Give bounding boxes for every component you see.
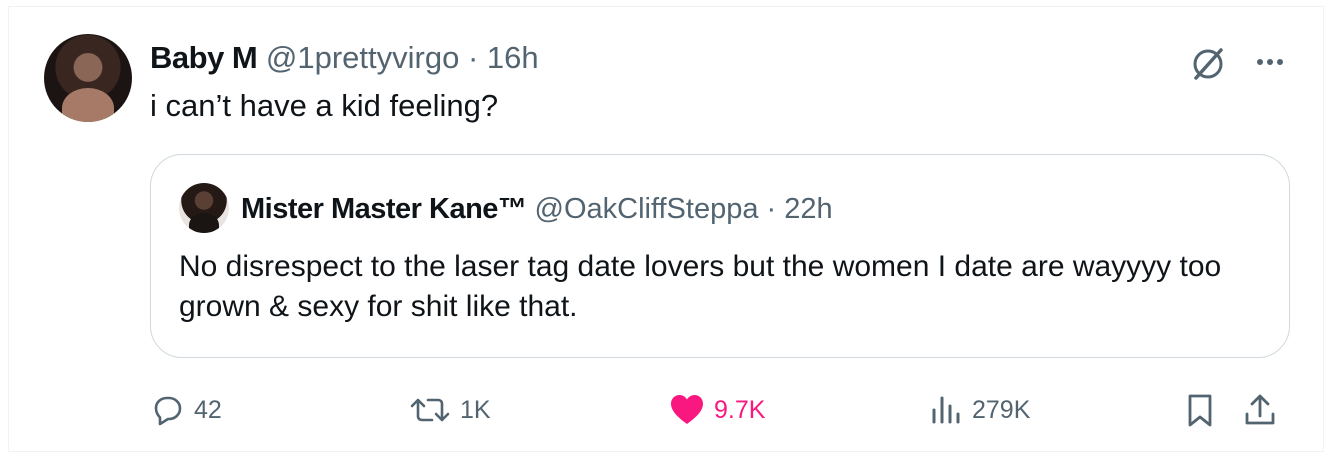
reply-count: 42 xyxy=(194,395,222,424)
author-handle[interactable]: @1prettyvirgo xyxy=(266,40,459,75)
repost-count: 1K xyxy=(460,395,491,424)
like-icon xyxy=(671,395,703,424)
quoted-author-handle: @OakCliffSteppa xyxy=(534,193,759,225)
quoted-tweet-text: No disrespect to the laser tag date love… xyxy=(179,250,1222,323)
quoted-tweet-time: 22h xyxy=(784,193,833,225)
bookmark-icon xyxy=(1188,394,1212,427)
tweet-header: Baby M @1prettyvirgo · 16h xyxy=(150,38,539,78)
quoted-avatar xyxy=(179,183,229,233)
avatar[interactable] xyxy=(44,34,132,122)
reply-button[interactable]: 42 xyxy=(150,388,222,432)
reply-icon xyxy=(154,396,182,426)
author-name[interactable]: Baby M xyxy=(150,40,258,75)
repost-button[interactable]: 1K xyxy=(408,388,491,432)
quoted-author-name: Mister Master Kane™ xyxy=(241,193,527,225)
action-bar: 42 1K 9.7K 279K xyxy=(0,388,1332,432)
views-count: 279K xyxy=(972,395,1031,424)
separator-dot: · xyxy=(467,40,479,75)
more-icon[interactable] xyxy=(1252,44,1288,80)
views-icon xyxy=(932,396,960,424)
grok-icon[interactable] xyxy=(1188,44,1228,84)
tweet-text: i can’t have a kid feeling? xyxy=(150,88,499,123)
like-button[interactable]: 9.7K xyxy=(668,388,765,432)
share-icon xyxy=(1245,394,1275,425)
share-button[interactable] xyxy=(1242,388,1278,432)
tweet-time[interactable]: 16h xyxy=(487,40,539,75)
bookmark-button[interactable] xyxy=(1184,388,1216,432)
like-count: 9.7K xyxy=(714,395,766,424)
repost-icon xyxy=(410,398,450,422)
quoted-header: Mister Master Kane™ @OakCliffSteppa · 22… xyxy=(241,189,833,229)
quoted-tweet[interactable]: Mister Master Kane™ @OakCliffSteppa · 22… xyxy=(150,154,1290,358)
views-button[interactable]: 279K xyxy=(928,388,1030,432)
quoted-separator-dot: · xyxy=(766,193,777,225)
